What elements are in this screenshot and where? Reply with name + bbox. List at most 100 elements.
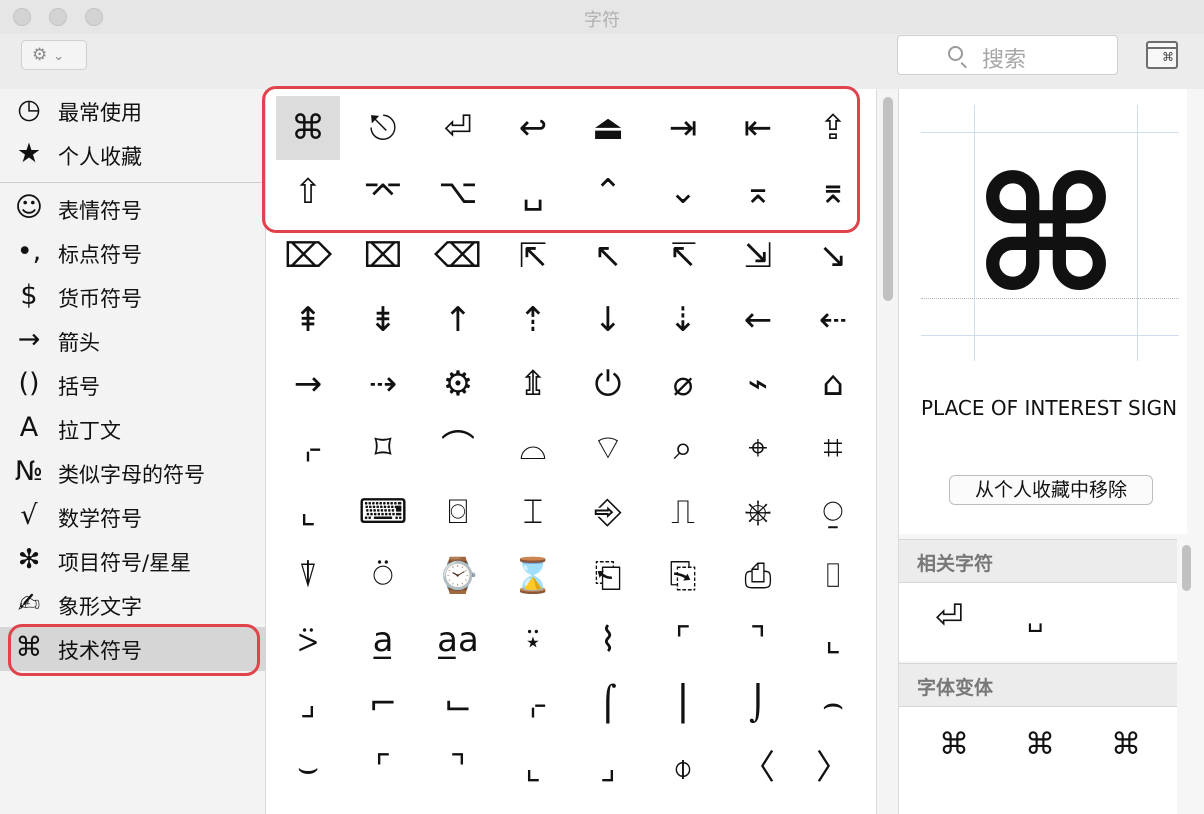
inspector-scrollbar[interactable] (1179, 539, 1193, 814)
scroll-thumb[interactable] (1182, 545, 1191, 591)
glyph-cell[interactable]: ⌟ (276, 672, 340, 736)
glyph-cell[interactable]: ⌦ (276, 224, 340, 288)
grid-scrollbar[interactable] (876, 89, 898, 814)
action-menu-button[interactable]: ⚙ ⌄ (21, 40, 87, 70)
glyph-cell[interactable]: ⌁ (726, 352, 790, 416)
glyph-cell[interactable]: ⌽ (651, 736, 715, 800)
glyph-cell[interactable]: ⇲ (726, 224, 790, 288)
glyph-cell[interactable]: ⌼ (426, 480, 490, 544)
glyph-cell[interactable]: ⇥ (651, 96, 715, 160)
glyph-cell[interactable]: ⌀ (651, 352, 715, 416)
glyph-cell[interactable]: ⌃ (576, 160, 640, 224)
glyph-cell[interactable]: ⌫ (426, 224, 490, 288)
glyph-cell[interactable]: ⇱ (501, 224, 565, 288)
glyph-cell[interactable]: ⌷ (801, 544, 865, 608)
glyph-cell[interactable]: 〈 (726, 736, 790, 800)
glyph-cell[interactable]: ⌌ (501, 672, 565, 736)
glyph-cell[interactable]: ↸ (651, 224, 715, 288)
glyph-cell[interactable]: ⇠ (801, 288, 865, 352)
sidebar-item[interactable]: ⌘ 技术符号 (0, 627, 266, 671)
glyph-cell[interactable]: ⌕ (651, 416, 715, 480)
glyph-cell[interactable]: ⌒ (426, 416, 490, 480)
sidebar-item[interactable]: •, 标点符号 (0, 231, 266, 275)
glyph-cell[interactable]: ↩ (501, 96, 565, 160)
glyph-cell[interactable]: ⌄ (651, 160, 715, 224)
glyph-cell[interactable]: ⌌ (276, 416, 340, 480)
glyph-cell[interactable]: ⏻ (576, 352, 640, 416)
variant-glyph[interactable]: ⌘ (1025, 727, 1055, 762)
glyph-cell[interactable]: ⌓ (501, 416, 565, 480)
glyph-cell[interactable]: ⌡ (726, 672, 790, 736)
glyph-cell[interactable]: ⎋ (351, 96, 415, 160)
glyph-cell[interactable]: ← (726, 288, 790, 352)
glyph-cell[interactable]: ⌜ (351, 736, 415, 800)
glyph-cell[interactable]: ⎮ (651, 672, 715, 736)
glyph-cell[interactable]: ⌨ (351, 480, 415, 544)
font-variants-header[interactable]: 字体变体 (899, 663, 1177, 707)
glyph-cell[interactable]: ⌜ (651, 608, 715, 672)
sidebar-item[interactable]: () 括号 (0, 363, 266, 407)
glyph-cell[interactable]: 〉 (801, 736, 865, 800)
glyph-cell[interactable]: ⇪ (801, 96, 865, 160)
sidebar-item[interactable]: A 拉丁文 (0, 407, 266, 451)
glyph-cell[interactable]: ⇞ (276, 288, 340, 352)
glyph-cell[interactable]: ⎗ (576, 544, 640, 608)
sidebar-item[interactable]: № 类似字母的符号 (0, 451, 266, 495)
glyph-cell[interactable]: ⌝ (726, 608, 790, 672)
glyph-cell[interactable]: ⌛ (501, 544, 565, 608)
sidebar-item[interactable]: ◷ 最常使用 (0, 89, 266, 133)
glyph-cell[interactable]: ⌞ (501, 736, 565, 800)
glyph-cell[interactable]: ⇭ (501, 352, 565, 416)
glyph-cell[interactable]: ↑ (426, 288, 490, 352)
glyph-cell[interactable]: ⌞ (801, 608, 865, 672)
glyph-cell[interactable]: ⌚ (426, 544, 490, 608)
glyph-cell[interactable]: ⌥ (426, 160, 490, 224)
sidebar-item[interactable]: ✍ 象形文字 (0, 583, 266, 627)
glyph-cell[interactable]: ⇢ (351, 352, 415, 416)
glyph-cell[interactable]: ⎘ (651, 544, 715, 608)
glyph-cell[interactable]: ⎙ (726, 544, 790, 608)
glyph-cell[interactable]: ⍒ (276, 544, 340, 608)
glyph-cell[interactable]: ↖ (576, 224, 640, 288)
glyph-cell[interactable]: ⌢ (801, 672, 865, 736)
glyph-cell[interactable]: ⍩ (276, 608, 340, 672)
glyph-cell[interactable]: ⌣ (276, 736, 340, 800)
glyph-cell[interactable]: ⌂ (801, 352, 865, 416)
related-glyph[interactable]: ⏎ (935, 597, 964, 637)
glyph-cell[interactable]: ⎆ (576, 480, 640, 544)
glyph-cell[interactable]: → (276, 352, 340, 416)
sidebar-item[interactable]: → 箭头 (0, 319, 266, 363)
related-characters-header[interactable]: 相关字符 (899, 539, 1177, 583)
glyph-cell[interactable]: ⏎ (426, 96, 490, 160)
glyph-cell[interactable]: ⌘ (276, 96, 340, 160)
related-glyph[interactable]: ␣ (1027, 603, 1044, 633)
glyph-cell[interactable]: a̲ (351, 608, 415, 672)
glyph-cell[interactable]: ␣ (501, 160, 565, 224)
remove-from-favorites-button[interactable]: 从个人收藏中移除 (949, 475, 1153, 505)
glyph-cell[interactable]: ⍜ (801, 480, 865, 544)
glyph-cell[interactable]: ⌝ (426, 736, 490, 800)
glyph-cell[interactable]: ⌖ (726, 416, 790, 480)
glyph-cell[interactable]: ⇟ (351, 288, 415, 352)
glyph-cell[interactable]: ⌇ (576, 608, 640, 672)
glyph-cell[interactable]: ⍥ (351, 544, 415, 608)
sidebar-item[interactable]: $ 货币符号 (0, 275, 266, 319)
glyph-cell[interactable]: ⌞ (276, 480, 340, 544)
variant-glyph[interactable]: ⌘ (1111, 727, 1141, 762)
glyph-cell[interactable]: ⏏ (576, 96, 640, 160)
glyph-cell[interactable]: ⌙ (426, 672, 490, 736)
glyph-cell[interactable]: ↘ (801, 224, 865, 288)
glyph-cell[interactable]: ↓ (576, 288, 640, 352)
glyph-cell[interactable]: ⌶ (501, 480, 565, 544)
glyph-cell[interactable]: ⌠ (576, 672, 640, 736)
glyph-cell[interactable]: ⌟ (576, 736, 640, 800)
variant-glyph[interactable]: ⌘ (939, 727, 969, 762)
glyph-cell[interactable]: ⇡ (501, 288, 565, 352)
glyph-cell[interactable]: ⇤ (726, 96, 790, 160)
sidebar-item[interactable]: ★ 个人收藏 (0, 133, 266, 177)
glyph-cell[interactable]: ⎍ (651, 480, 715, 544)
glyph-cell[interactable]: ⇣ (651, 288, 715, 352)
scroll-thumb[interactable] (883, 97, 893, 301)
glyph-cell[interactable]: ⎈ (726, 480, 790, 544)
sidebar-item[interactable]: ✻ 项目符号/星星 (0, 539, 266, 583)
